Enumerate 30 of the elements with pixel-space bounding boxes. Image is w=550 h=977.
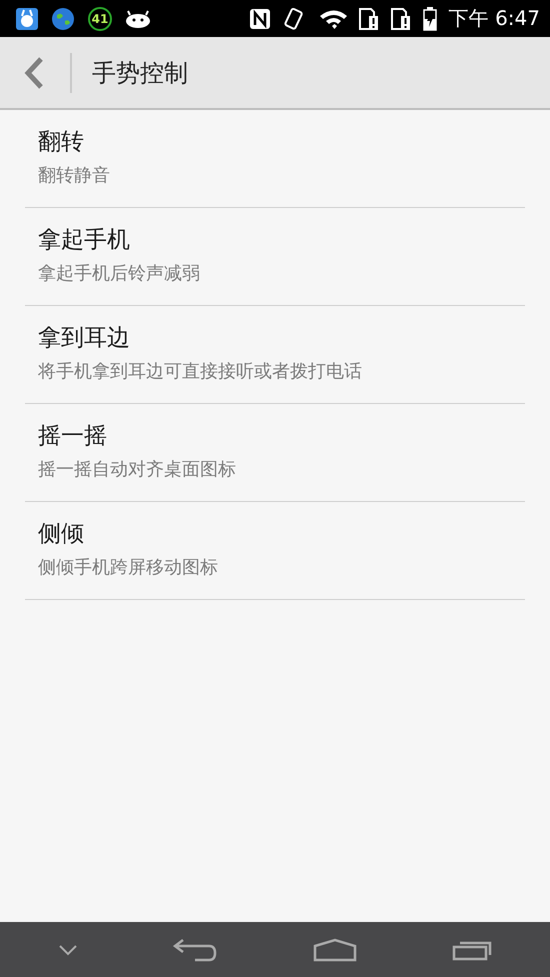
- item-subtitle: 将手机拿到耳边可直接接听或者拨打电话: [38, 360, 363, 383]
- item-title: 摇一摇: [38, 422, 108, 451]
- item-subtitle: 侧倾手机跨屏移动图标: [38, 556, 219, 579]
- settings-item[interactable]: 翻转 翻转静音: [25, 110, 525, 208]
- settings-item[interactable]: 拿起手机 拿起手机后铃声减弱: [25, 208, 525, 306]
- android-icon: [125, 10, 151, 28]
- vibrate-icon: [282, 6, 305, 30]
- battery-level-badge: 41: [88, 6, 112, 30]
- clock-time: 下午 6:47: [448, 5, 540, 32]
- nfc-icon: [248, 8, 271, 30]
- item-title: 翻转: [38, 128, 85, 157]
- battery-charging-icon: [422, 6, 437, 30]
- globe-icon: [51, 6, 75, 30]
- sim-card-icon: [358, 8, 379, 30]
- item-title: 拿到耳边: [38, 324, 131, 353]
- item-title: 侧倾: [38, 520, 85, 549]
- home-icon[interactable]: [312, 938, 357, 962]
- back-arrow-icon[interactable]: [173, 938, 218, 962]
- back-icon: [24, 56, 44, 88]
- app-notification-icon: [16, 8, 38, 30]
- settings-item[interactable]: 拿到耳边 将手机拿到耳边可直接接听或者拨打电话: [25, 306, 525, 404]
- settings-item[interactable]: 摇一摇 摇一摇自动对齐桌面图标: [25, 404, 525, 502]
- settings-item[interactable]: 侧倾 侧倾手机跨屏移动图标: [25, 502, 525, 600]
- item-subtitle: 拿起手机后铃声减弱: [38, 262, 201, 285]
- item-subtitle: 摇一摇自动对齐桌面图标: [38, 458, 237, 481]
- item-title: 拿起手机: [38, 226, 131, 255]
- item-subtitle: 翻转静音: [38, 164, 111, 187]
- sim-card-icon: [390, 8, 411, 30]
- page-title: 手势控制: [92, 58, 188, 88]
- chevron-down-icon[interactable]: [58, 944, 78, 956]
